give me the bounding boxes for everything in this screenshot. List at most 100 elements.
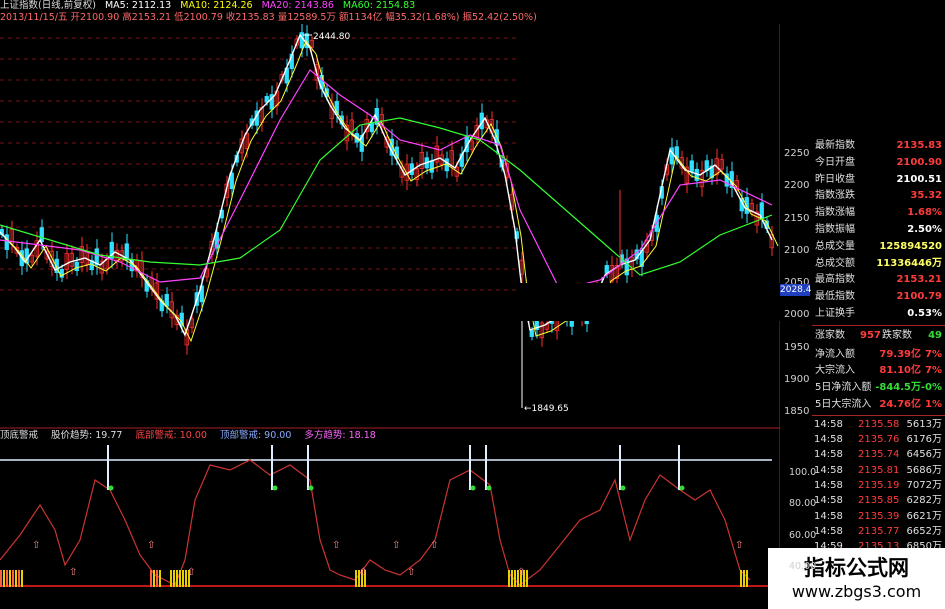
quote-label: 总成交量	[815, 240, 855, 252]
quote-value: 2100.51	[896, 173, 942, 185]
indicator-header: 顶底警戒 股价趋势: 19.77 底部警戒: 10.00 顶部警戒: 90.00…	[0, 430, 386, 442]
quote-value: 1.68%	[907, 207, 942, 219]
down-count-label: 跌家数	[882, 329, 912, 341]
quote-label: 最新指数	[815, 140, 855, 151]
last-price-tag: 2028.4	[780, 284, 812, 296]
flow-label: 5日大宗流入	[815, 399, 872, 410]
bottom-signal-bar	[9, 570, 11, 587]
quote-row: 今日开盘 2100.90	[812, 155, 945, 172]
flow-row: 大宗流入 81.10亿 7%	[812, 363, 945, 380]
buy-arrow-icon: ⇧	[69, 567, 77, 578]
bottom-signal-bar	[3, 570, 5, 587]
tick-volume: 6282万	[906, 495, 942, 507]
sell-signal-dot	[272, 485, 278, 491]
bottom-signal-bar	[355, 570, 357, 587]
indicator-tick: 60.00	[789, 530, 817, 541]
tick-time: 14:58	[814, 464, 843, 476]
candle-body	[369, 122, 374, 133]
price-axis: 2250 2200 2150 2100 2050 2000 1950 1900 1850	[780, 130, 812, 430]
tick-volume: 5686万	[906, 464, 942, 476]
ma10-label: MA10: 2124.26	[180, 0, 253, 11]
up-count-value: 957	[860, 329, 881, 341]
bottom-signal-bar	[746, 570, 748, 587]
flow-row: 净流入额 79.39亿 7%	[812, 347, 945, 364]
tick-row: 14:58 2135.77 6652万	[812, 524, 945, 539]
tick-volume: 6621万	[906, 510, 942, 522]
quote-row: 指数振幅 2.50%	[812, 222, 945, 239]
quote-row: 总成交额 11336446万	[812, 256, 945, 273]
ma60-label: MA60: 2154.83	[342, 0, 416, 11]
bottom-signal-bar	[176, 570, 178, 587]
flow-pct: 7%	[925, 365, 942, 377]
panel-divider	[812, 414, 945, 416]
quote-row: 指数涨幅 1.68%	[812, 205, 945, 222]
flow-pct: 7%	[925, 348, 942, 360]
quote-row: 总成交量 125894520	[812, 239, 945, 256]
tick-time: 14:58	[814, 525, 843, 537]
tick-price: 2135.85	[858, 495, 900, 507]
bottom-signal-bar	[6, 570, 8, 587]
ma60-line	[0, 117, 773, 276]
bottom-signal-bar	[12, 570, 14, 587]
bar-info: 2013/11/15/五 开2100.90 高2153.21 低2100.79 …	[0, 12, 537, 23]
indicator-name[interactable]: 顶底警戒	[0, 430, 38, 441]
tick-volume: 6176万	[906, 434, 942, 446]
tick-price: 2135.58	[858, 418, 900, 430]
bottom-signal-bar	[743, 570, 745, 587]
chart-title: 上证指数(日线,前复权)	[0, 0, 96, 11]
tick-row: 14:58 2135.19 7072万	[812, 478, 945, 493]
quote-label: 总成交额	[815, 257, 855, 269]
tick-price: 2135.39	[858, 510, 900, 522]
buy-arrow-icon: ⇧	[359, 567, 367, 578]
flow-label: 5日净流入额	[815, 382, 872, 394]
indicator-tick: 100.0	[789, 467, 817, 478]
quote-value: 35.32	[910, 190, 942, 202]
low-price-label: ←1849.65	[524, 404, 569, 414]
quote-label: 指数涨幅	[815, 207, 855, 219]
bottom-signal-bar	[740, 570, 742, 587]
tick-time: 14:58	[814, 495, 843, 507]
tick-row: 14:58 2135.39 6621万	[812, 509, 945, 524]
high-price-label: 2444.80	[313, 32, 350, 42]
bottom-signal-bar	[21, 570, 23, 587]
quote-row: 最低指数 2100.79	[812, 289, 945, 306]
quote-value: 2100.90	[896, 156, 942, 168]
ma20-label: MA20: 2143.86	[261, 0, 334, 11]
quote-label: 上证换手	[815, 308, 855, 319]
buy-arrow-icon: ⇧	[332, 540, 340, 551]
tick-row: 14:58 2135.76 6176万	[812, 432, 945, 447]
candle-body	[529, 330, 534, 338]
flow-row: 5日大宗流入 24.76亿 1%	[812, 397, 945, 414]
flow-label: 大宗流入	[815, 365, 855, 377]
candle-body	[39, 227, 44, 242]
price-tick: 2150	[784, 212, 810, 224]
price-tick: 2100	[784, 244, 810, 256]
candle-body	[164, 294, 169, 307]
quote-value: 125894520	[879, 240, 942, 252]
quote-label: 指数振幅	[815, 224, 855, 235]
tick-row: 14:58 2135.74 6456万	[812, 447, 945, 462]
flow-value: 24.76亿	[879, 399, 921, 410]
down-count-value: 49	[928, 329, 942, 341]
quote-row: 上证换手 0.53%	[812, 306, 945, 323]
indicator-low-alert: 底部警戒: 10.00	[135, 430, 207, 441]
candle-body	[604, 265, 609, 274]
tick-price: 2135.81	[858, 464, 900, 476]
chart-header-ma: 上证指数(日线,前复权) MA5: 2112.13 MA10: 2124.26 …	[0, 0, 945, 12]
sell-signal-dot	[470, 485, 476, 491]
flow-pct: 1%	[925, 399, 942, 410]
quote-value: 0.53%	[907, 308, 942, 319]
quote-row: 最新指数 2135.83	[812, 138, 945, 155]
quote-value: 2.50%	[907, 224, 942, 235]
tick-volume: 6456万	[906, 449, 942, 461]
quote-value: 2153.21	[896, 274, 942, 286]
indicator-tick: 40.00	[789, 561, 817, 572]
price-tick: 2250	[784, 148, 810, 159]
bottom-signal-bar	[170, 570, 172, 587]
tick-time: 14:58	[814, 418, 843, 430]
quote-row: 昨日收盘 2100.51	[812, 172, 945, 189]
tick-price: 2135.74	[858, 449, 900, 461]
bottom-signal-bar	[15, 570, 17, 587]
buy-arrow-icon: ⇧	[430, 540, 438, 551]
bar-info-line: 2013/11/15/五 开2100.90 高2153.21 低2100.79 …	[0, 12, 945, 24]
